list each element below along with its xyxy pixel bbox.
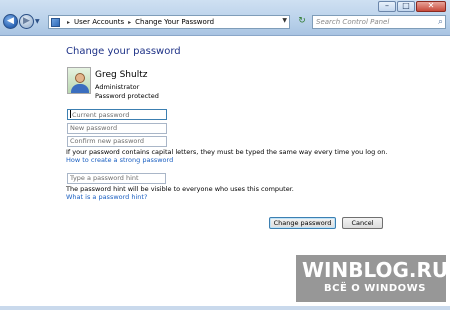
password-hint-field[interactable]: Type a password hint [67, 173, 166, 184]
breadcrumb-user-accounts[interactable]: User Accounts [74, 18, 124, 26]
avatar-body-icon [71, 84, 89, 93]
user-name: Greg Shultz [95, 70, 148, 80]
watermark: WINBLOG.RU ВСЁ О WINDOWS [296, 255, 449, 302]
confirm-password-field[interactable]: Confirm new password [67, 136, 167, 147]
hint-visibility-note: The password hint will be visible to eve… [66, 185, 294, 193]
control-panel-icon [51, 17, 60, 27]
recent-pages-dropdown[interactable]: ▼ [35, 18, 40, 25]
new-password-field[interactable]: New password [67, 123, 167, 134]
caps-lock-note: If your password contains capital letter… [66, 148, 388, 156]
user-avatar [67, 67, 91, 94]
strong-password-link[interactable]: How to create a strong password [66, 156, 173, 164]
navigation-buttons: ◀ ▶ ▼ [3, 14, 40, 29]
watermark-title: WINBLOG.RU [302, 258, 449, 282]
user-status: Password protected [95, 92, 159, 100]
search-icon[interactable]: ⌕ [438, 17, 443, 27]
breadcrumb-separator[interactable]: ▸ [128, 19, 131, 26]
close-button[interactable]: ✕ [416, 1, 446, 12]
current-password-field[interactable]: Current password [67, 109, 167, 120]
user-role: Administrator [95, 83, 140, 91]
search-box[interactable]: Search Control Panel ⌕ [312, 15, 446, 29]
address-dropdown[interactable]: ▼ [282, 17, 287, 24]
address-bar[interactable]: ▸ User Accounts ▸ Change Your Password ▼ [48, 15, 290, 29]
window-titlebar: – □ ✕ ◀ ▶ ▼ ▸ User Accounts ▸ Change You… [0, 0, 450, 36]
search-input[interactable]: Search Control Panel [316, 18, 389, 26]
password-hint-link[interactable]: What is a password hint? [66, 193, 147, 201]
maximize-button[interactable]: □ [397, 1, 415, 12]
breadcrumb-separator[interactable]: ▸ [67, 19, 70, 26]
watermark-subtitle: ВСЁ О WINDOWS [324, 283, 426, 294]
window-bottom-edge [0, 306, 450, 310]
window-controls: – □ ✕ [377, 1, 446, 12]
cancel-button[interactable]: Cancel [342, 217, 383, 229]
breadcrumb-change-password[interactable]: Change Your Password [135, 18, 214, 26]
minimize-button[interactable]: – [378, 1, 396, 12]
avatar-head-icon [75, 73, 85, 83]
refresh-button[interactable]: ↻ [295, 15, 309, 29]
back-button[interactable]: ◀ [3, 14, 18, 29]
page-title: Change your password [66, 46, 181, 57]
change-password-button[interactable]: Change password [269, 217, 336, 229]
forward-button[interactable]: ▶ [19, 14, 34, 29]
